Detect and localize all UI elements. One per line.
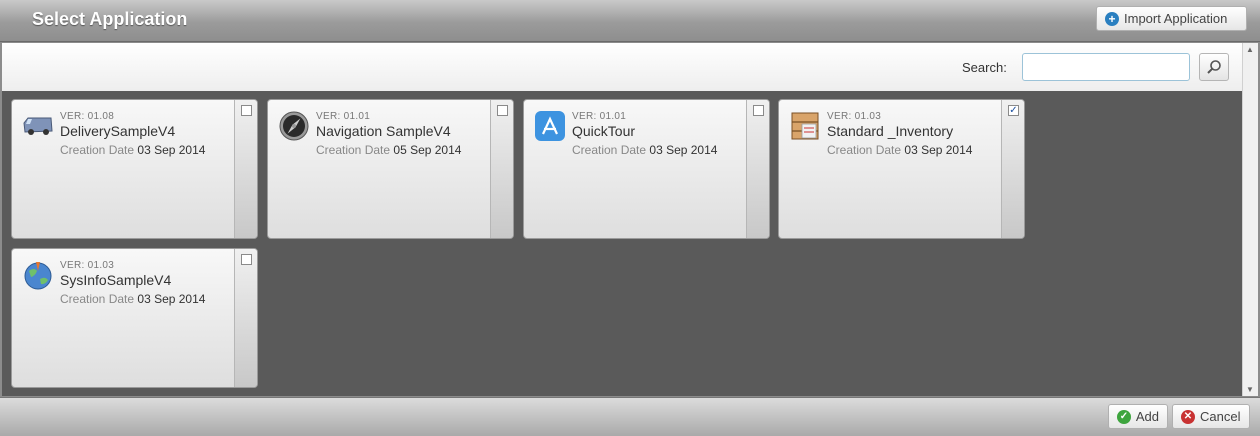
app-card-navigation-samplev4[interactable]: VER: 01.01 Navigation SampleV4 Creation … bbox=[267, 99, 514, 239]
card-side-strip bbox=[746, 100, 769, 238]
creation-date: Creation Date 03 Sep 2014 bbox=[60, 292, 205, 306]
select-checkbox[interactable] bbox=[497, 105, 508, 116]
app-card-deliverysamplev4[interactable]: VER: 01.08 DeliverySampleV4 Creation Dat… bbox=[11, 99, 258, 239]
add-label: Add bbox=[1135, 409, 1159, 424]
scroll-down-icon[interactable]: ▼ bbox=[1246, 385, 1254, 394]
select-checkbox[interactable] bbox=[753, 105, 764, 116]
app-store-icon bbox=[535, 111, 565, 141]
close-icon: ✕ bbox=[1181, 409, 1195, 424]
creation-date-value: 03 Sep 2014 bbox=[137, 143, 206, 157]
plus-circle-icon: + bbox=[1105, 11, 1119, 26]
search-input[interactable] bbox=[1022, 53, 1190, 81]
checkmark-icon: ✓ bbox=[1117, 409, 1131, 424]
creation-date: Creation Date 03 Sep 2014 bbox=[827, 143, 972, 157]
version-text: VER: 01.03 bbox=[60, 260, 115, 271]
inventory-boxes-icon bbox=[791, 112, 819, 140]
select-checkbox[interactable] bbox=[241, 254, 252, 265]
creation-date-label: Creation Date bbox=[572, 143, 647, 157]
card-side-strip bbox=[234, 100, 257, 238]
creation-date-value: 03 Sep 2014 bbox=[904, 143, 973, 157]
dialog-footer: ✓ Add ✕ Cancel bbox=[0, 397, 1260, 436]
app-card-sysinfosamplev4[interactable]: VER: 01.03 SysInfoSampleV4 Creation Date… bbox=[11, 248, 258, 388]
version-text: VER: 01.01 bbox=[572, 111, 627, 122]
creation-date-value: 03 Sep 2014 bbox=[649, 143, 718, 157]
creation-date-value: 05 Sep 2014 bbox=[393, 143, 462, 157]
application-grid: VER: 01.08 DeliverySampleV4 Creation Dat… bbox=[2, 91, 1242, 396]
title-bar: Select Application + Import Application bbox=[0, 0, 1260, 42]
search-bar: Search: bbox=[2, 43, 1242, 91]
import-application-label: Import Application bbox=[1124, 11, 1228, 26]
dialog-title: Select Application bbox=[32, 9, 188, 29]
search-label: Search: bbox=[962, 60, 1007, 75]
globe-info-icon bbox=[24, 262, 52, 290]
card-side-strip bbox=[490, 100, 513, 238]
app-name: Navigation SampleV4 bbox=[316, 123, 451, 139]
select-checkbox[interactable] bbox=[241, 105, 252, 116]
card-side-strip bbox=[234, 249, 257, 387]
scroll-up-icon[interactable]: ▲ bbox=[1246, 45, 1254, 54]
creation-date-value: 03 Sep 2014 bbox=[137, 292, 206, 306]
creation-date-label: Creation Date bbox=[60, 143, 135, 157]
version-text: VER: 01.03 bbox=[827, 111, 882, 122]
creation-date-label: Creation Date bbox=[316, 143, 391, 157]
add-button[interactable]: ✓ Add bbox=[1108, 404, 1168, 429]
app-card-quicktour[interactable]: VER: 01.01 QuickTour Creation Date 03 Se… bbox=[523, 99, 770, 239]
app-name: QuickTour bbox=[572, 123, 636, 139]
card-side-strip bbox=[1001, 100, 1024, 238]
app-name: Standard _Inventory bbox=[827, 123, 954, 139]
creation-date: Creation Date 03 Sep 2014 bbox=[60, 143, 205, 157]
cancel-label: Cancel bbox=[1200, 409, 1241, 424]
cancel-button[interactable]: ✕ Cancel bbox=[1172, 404, 1250, 429]
app-card-standard-inventory[interactable]: VER: 01.03 Standard _Inventory Creation … bbox=[778, 99, 1025, 239]
version-text: VER: 01.08 bbox=[60, 111, 115, 122]
creation-date: Creation Date 03 Sep 2014 bbox=[572, 143, 717, 157]
creation-date-label: Creation Date bbox=[827, 143, 902, 157]
delivery-van-icon bbox=[23, 117, 53, 135]
search-button[interactable] bbox=[1199, 53, 1229, 81]
select-checkbox[interactable]: ✓ bbox=[1008, 105, 1019, 116]
app-name: DeliverySampleV4 bbox=[60, 123, 176, 139]
creation-date: Creation Date 05 Sep 2014 bbox=[316, 143, 461, 157]
compass-icon bbox=[279, 111, 309, 141]
import-application-button[interactable]: + Import Application bbox=[1096, 6, 1247, 31]
version-text: VER: 01.01 bbox=[316, 111, 371, 122]
vertical-scrollbar[interactable]: ▲ ▼ bbox=[1242, 43, 1258, 396]
creation-date-label: Creation Date bbox=[60, 292, 135, 306]
search-icon bbox=[1207, 60, 1221, 74]
app-name: SysInfoSampleV4 bbox=[60, 272, 172, 288]
